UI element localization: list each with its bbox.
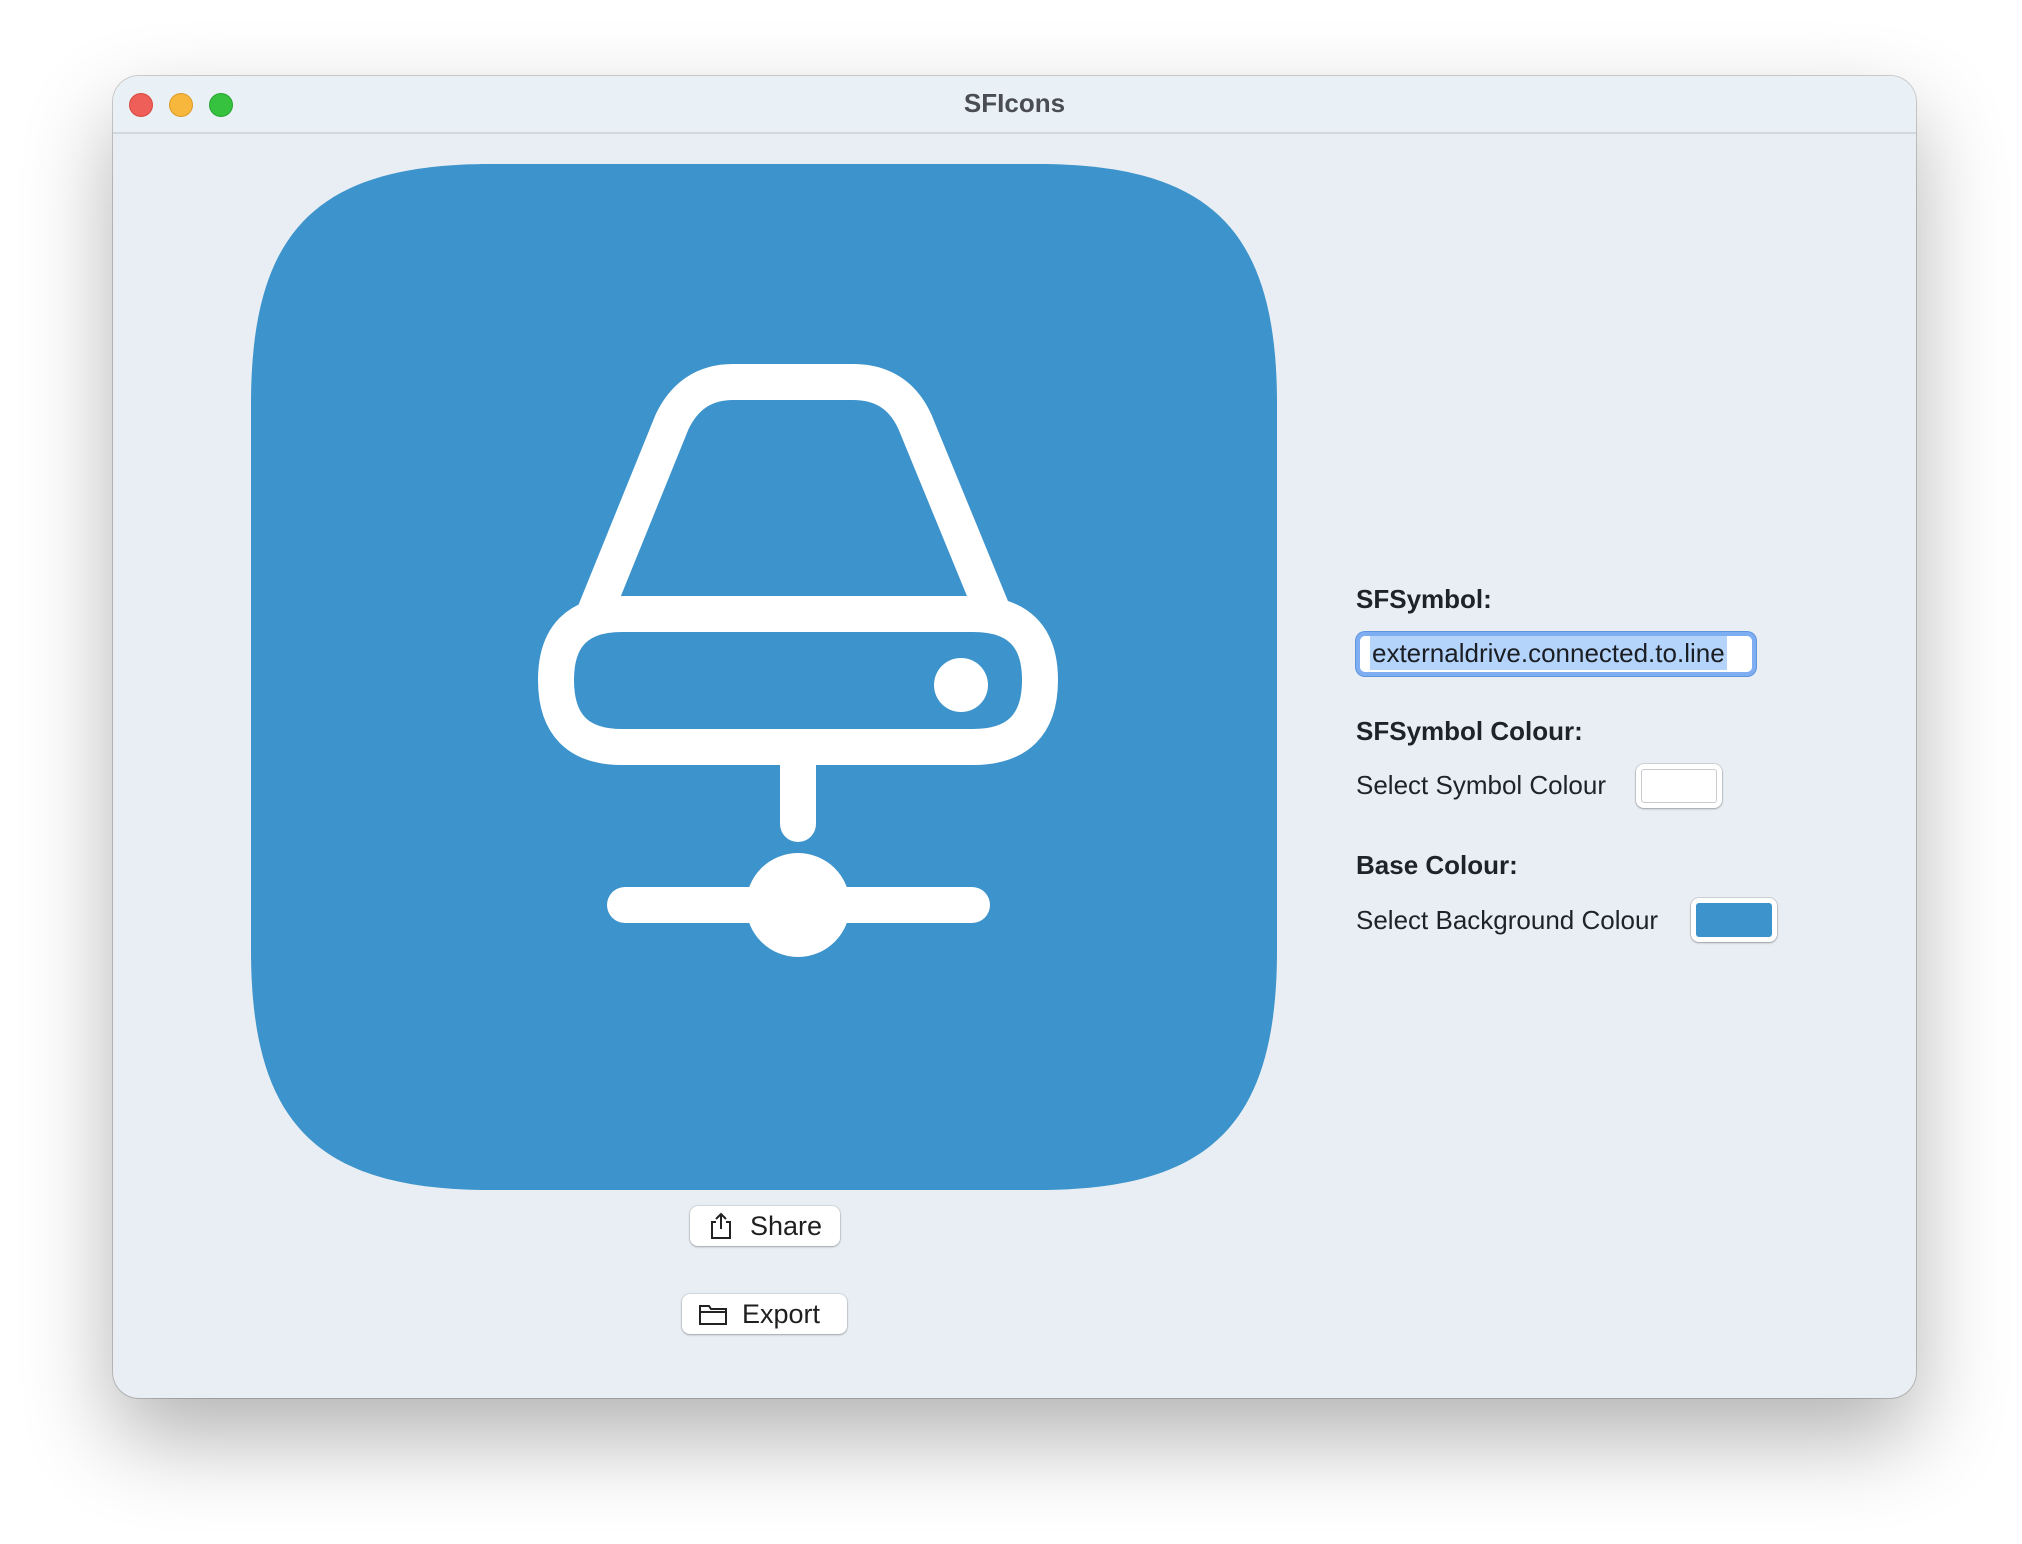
title-bar: SFIcons <box>113 76 1916 134</box>
icon-preview-canvas <box>251 164 1277 1190</box>
app-window: SFIcons Share Export SFSymbol: externald… <box>113 76 1916 1398</box>
symbol-colour-well[interactable] <box>1636 764 1722 808</box>
symbol-colour-heading: SFSymbol Colour: <box>1356 716 1583 746</box>
export-button-label: Export <box>742 1298 821 1329</box>
background-colour-label: Select Background Colour <box>1356 905 1659 935</box>
icon-preview <box>251 164 1277 1190</box>
background-colour-swatch <box>1696 903 1772 937</box>
share-button[interactable]: Share <box>690 1206 840 1246</box>
share-icon <box>706 1211 736 1241</box>
folder-icon <box>698 1299 728 1329</box>
symbol-colour-label: Select Symbol Colour <box>1356 770 1606 800</box>
background-colour-well[interactable] <box>1691 898 1777 942</box>
sfsymbol-input-value: externaldrive.connected.to.line <box>1370 636 1727 670</box>
base-colour-heading: Base Colour: <box>1356 850 1518 880</box>
sfsymbol-heading: SFSymbol: <box>1356 584 1492 614</box>
share-button-label: Share <box>750 1210 823 1241</box>
icon-base-squircle <box>251 164 1277 1190</box>
symbol-colour-swatch <box>1641 769 1717 803</box>
sfsymbol-input[interactable]: externaldrive.connected.to.line <box>1356 632 1756 676</box>
export-button[interactable]: Export <box>682 1294 847 1334</box>
window-title: SFIcons <box>963 88 1066 118</box>
